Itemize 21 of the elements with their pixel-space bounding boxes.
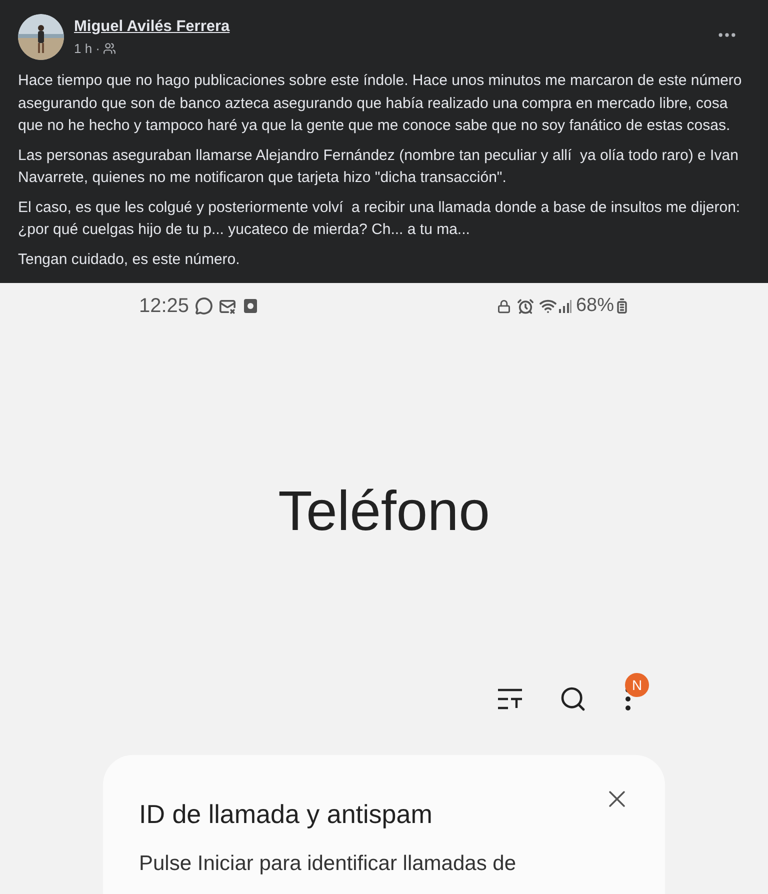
signal-icon	[558, 299, 572, 313]
post-time[interactable]: 1 h ·	[74, 39, 100, 58]
battery-percent: 68%	[576, 294, 614, 318]
search-icon[interactable]	[559, 685, 587, 713]
post-paragraph: Las personas aseguraban llamarse Alejandro Fernández (nombre tan peculiar y allí ya olía todo raro) e Ivan Navarrete, quienes no me notificaron que tarjeta hizo "dicha transacción".	[18, 146, 740, 188]
card-text: Pulse Iniciar para identificar llamadas de	[139, 851, 518, 877]
notification-badge: N	[625, 673, 649, 697]
post-paragraph: Hace tiempo que no hago publicaciones sobre este índole. Hace unos minutos me marcaron de este número asegurando que son de banco azteca asegurando que había realizado una compra en mercado libre, cosa que no he hecho y tampoco haré ya que la gente que me conoce sabe que no soy fanático de estas cosas.	[18, 71, 743, 136]
author-name[interactable]: Miguel Avilés Ferrera	[74, 17, 230, 37]
post-paragraph: El caso, es que les colgué y posteriormente volví a recibir una llamada donde a base de insultos me dijeron: ¿por qué cuelgas hijo de tu p... yucateco de mierda? Ch... a tu ma...	[18, 198, 742, 240]
mail-icon	[219, 298, 236, 314]
chat-icon	[195, 297, 214, 315]
audience-icon	[103, 42, 116, 56]
battery-icon	[614, 298, 630, 314]
app-title: Teléfono	[278, 479, 490, 543]
post-paragraph: Tengan cuidado, es este número.	[18, 250, 241, 270]
card-title: ID de llamada y antispam	[139, 798, 432, 831]
filter-icon[interactable]	[497, 688, 523, 710]
alarm-icon	[516, 298, 534, 314]
status-time: 12:25	[139, 294, 190, 319]
wifi-icon	[538, 297, 557, 315]
